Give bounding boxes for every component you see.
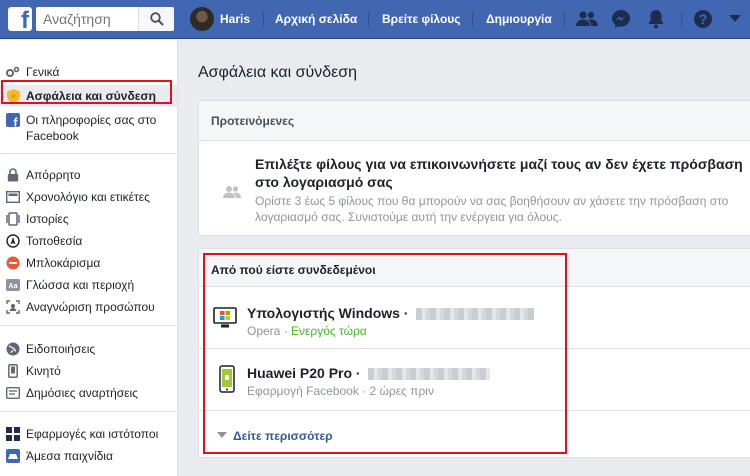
friends-icon [223,186,241,198]
recommendation-description: Ορίστε 3 έως 5 φίλους που θα μπορούν να … [255,194,729,224]
nav-divider [368,12,369,27]
sidebar-group-notifications: Ειδοποιήσεις Κινητό Δημόσιες αναρτήσεις [0,326,177,412]
search-box [36,7,174,31]
nav-divider [564,12,565,27]
recommended-panel: Προτεινόμενες Επιλέξτε φίλους για να επι… [198,100,750,236]
lock-icon [5,167,21,183]
globe-icon [5,341,21,357]
sidebar-item-instant-games[interactable]: Άμεσα παιχνίδια [0,445,177,467]
apps-icon [5,426,21,442]
games-icon [5,448,21,464]
sidebar-item-label: Εφαρμογές και ιστότοποι [26,427,159,441]
friend-requests-icon[interactable] [576,8,598,30]
find-friends-link[interactable]: Βρείτε φίλους [382,0,461,39]
create-link[interactable]: Δημιουργία [486,0,552,39]
facebook-icon: f [5,112,21,128]
gear-icon [5,64,21,80]
sidebar-item-apps[interactable]: Εφαρμογές και ιστότοποι [0,423,177,445]
page-title: Ασφάλεια και σύνδεση [198,64,358,81]
sidebar-group-privacy: Απόρρητο Χρονολόγιο και ετικέτες Ιστορίε… [0,154,177,326]
sidebar-item-label: Δημόσιες αναρτήσεις [26,386,138,400]
sidebar-item-timeline[interactable]: Χρονολόγιο και ετικέτες [0,186,177,208]
search-button[interactable] [138,7,174,31]
svg-text:Aa: Aa [9,283,18,290]
sidebar-item-label: Αναγνώριση προσώπου [26,300,155,314]
sidebar-item-mobile[interactable]: Κινητό [0,360,177,382]
panel-header: Προτεινόμενες [199,101,750,141]
highlight-annotation [203,253,567,454]
stories-icon [5,211,21,227]
sidebar-item-face-recognition[interactable]: Αναγνώριση προσώπου [0,296,177,318]
sidebar-item-label: Απόρρητο [26,168,81,182]
timeline-icon [5,189,21,205]
nav-divider [472,12,473,27]
highlight-annotation [1,80,172,104]
sidebar-item-label: Κινητό [26,364,61,378]
sidebar-item-label: Γενικά [26,65,60,79]
avatar[interactable] [190,7,214,31]
language-icon: Aa [5,277,21,293]
mobile-icon [5,363,21,379]
sidebar-item-label: Άμεσα παιχνίδια [26,449,113,463]
sidebar-item-label: Γλώσσα και περιοχή [26,278,135,292]
nav-divider [681,12,682,27]
sidebar-item-blocking[interactable]: Μπλοκάρισμα [0,252,177,274]
sidebar-item-label: Χρονολόγιο και ετικέτες [26,190,150,204]
settings-sidebar: Γενικά Ασφάλεια και σύνδεση f Οι πληροφο… [0,40,178,476]
sidebar-item-label: Ιστορίες [26,212,69,226]
block-icon [5,255,21,271]
search-input[interactable] [36,7,136,31]
sidebar-item-privacy[interactable]: Απόρρητο [0,164,177,186]
face-recognition-icon [5,299,21,315]
recommendation-title[interactable]: Επιλέξτε φίλους για να επικοινωνήσετε μα… [255,155,750,191]
nav-divider [263,12,264,27]
profile-link[interactable]: Haris [220,0,250,39]
sidebar-item-label: Ειδοποιήσεις [26,342,96,356]
home-link[interactable]: Αρχική σελίδα [275,0,357,39]
messenger-icon[interactable] [610,8,632,30]
sidebar-item-public-posts[interactable]: Δημόσιες αναρτήσεις [0,382,177,404]
facebook-logo[interactable]: f [8,7,32,33]
top-navigation-bar: f Haris Αρχική σελίδα Βρείτε φίλους Δημι… [0,0,750,39]
sidebar-item-stories[interactable]: Ιστορίες [0,208,177,230]
sidebar-item-label: Οι πληροφορίες σας στο Facebook [26,113,157,143]
sidebar-item-location[interactable]: Τοποθεσία [0,230,177,252]
location-icon [5,233,21,249]
svg-text:?: ? [699,11,708,27]
sidebar-item-label: Τοποθεσία [26,234,83,248]
public-posts-icon [5,385,21,401]
sidebar-item-your-information[interactable]: f Οι πληροφορίες σας στο Facebook [0,109,177,147]
sidebar-item-notifications[interactable]: Ειδοποιήσεις [0,338,177,360]
notifications-icon[interactable] [645,8,667,30]
sidebar-item-label: Μπλοκάρισμα [26,256,101,270]
help-icon[interactable]: ? [692,8,714,30]
search-icon [149,12,164,26]
sidebar-group-apps: Εφαρμογές και ιστότοποι Άμεσα παιχνίδια [0,412,177,467]
dropdown-icon[interactable] [724,8,746,30]
sidebar-item-language[interactable]: Aa Γλώσσα και περιοχή [0,274,177,296]
